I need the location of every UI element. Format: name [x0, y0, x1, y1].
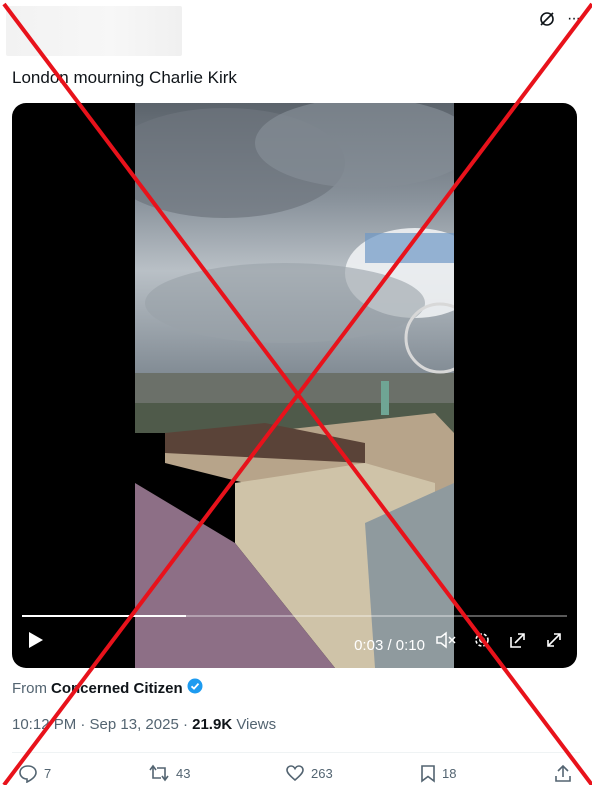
repost-button[interactable]: 43 — [148, 764, 190, 782]
bookmark-count: 18 — [442, 766, 457, 781]
tweet-meta: 10:12 PM · Sep 13, 2025 · 21.9K Views — [12, 716, 276, 733]
video-progress-fill — [22, 615, 186, 617]
source-prefix: From — [12, 679, 47, 697]
like-count: 263 — [311, 765, 333, 781]
fullscreen-icon[interactable] — [545, 631, 563, 654]
settings-icon[interactable] — [473, 631, 491, 654]
video-frame — [135, 103, 454, 668]
tweet-timestamp[interactable]: 10:12 PM · Sep 13, 2025 · — [12, 716, 188, 733]
play-icon[interactable] — [28, 631, 44, 654]
top-actions: ··· — [539, 10, 581, 28]
repost-count: 43 — [176, 765, 191, 781]
reply-button[interactable]: 7 — [18, 764, 51, 783]
verified-badge-icon — [187, 678, 203, 698]
divider — [12, 752, 580, 753]
video-player[interactable]: 0:03 / 0:10 — [12, 103, 577, 668]
reply-count: 7 — [44, 766, 52, 781]
video-source: From Concerned Citizen — [12, 678, 203, 698]
tweet-text: London mourning Charlie Kirk — [12, 68, 237, 87]
views-label: Views — [236, 716, 277, 733]
blurred-account-name — [6, 6, 182, 56]
video-time: 0:03 / 0:10 — [354, 637, 425, 654]
more-icon[interactable]: ··· — [567, 10, 581, 28]
tweet-actions: 7 43 263 18 — [0, 764, 592, 786]
grok-icon[interactable] — [539, 11, 555, 27]
share-button[interactable] — [554, 764, 572, 783]
source-name[interactable]: Concerned Citizen — [51, 680, 183, 697]
like-button[interactable]: 263 — [285, 764, 333, 782]
video-controls: 0:03 / 0:10 — [12, 623, 577, 668]
video-progress-track[interactable] — [22, 615, 567, 617]
pip-icon[interactable] — [509, 631, 527, 654]
bookmark-button[interactable]: 18 — [420, 764, 456, 783]
mute-icon[interactable] — [436, 631, 456, 654]
views-count: 21.9K — [192, 716, 233, 733]
